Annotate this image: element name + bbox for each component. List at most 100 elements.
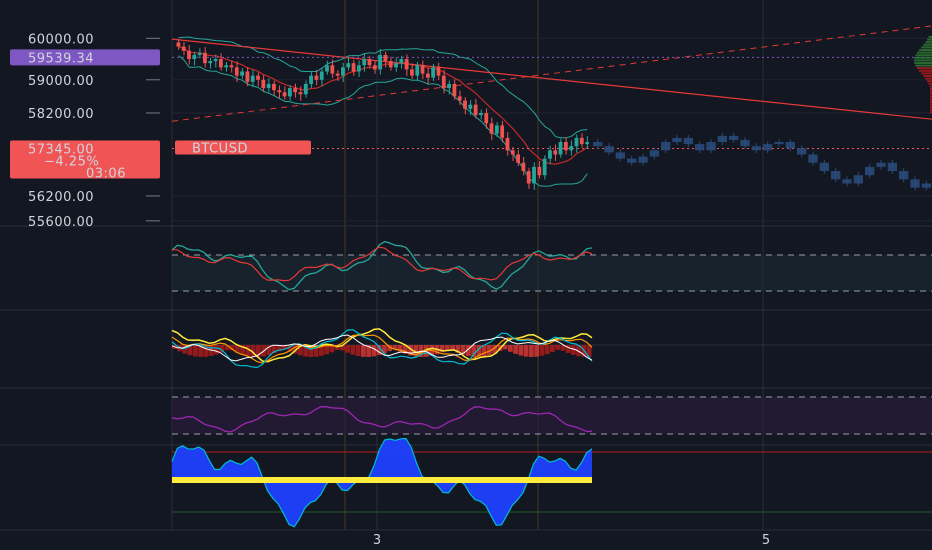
candle-body bbox=[335, 73, 340, 76]
candle-body bbox=[569, 146, 574, 151]
forecast-candle bbox=[717, 135, 727, 143]
y-tick-label: 56200.00 bbox=[28, 190, 94, 205]
symbol-label: BTCUSD bbox=[192, 141, 248, 156]
y-tick-label: 55600.00 bbox=[28, 215, 94, 230]
volume-profile-bar bbox=[914, 56, 932, 59]
candle-body bbox=[208, 61, 213, 64]
candle-body bbox=[213, 59, 218, 62]
candle-body bbox=[203, 52, 207, 64]
candle-body bbox=[521, 162, 526, 172]
chart-svg[interactable]: 60000.00 59000.00 58200.00 56200.00 55600.00… bbox=[0, 0, 932, 550]
candle-body bbox=[494, 125, 499, 134]
candle-body bbox=[287, 88, 292, 97]
volume-profile-bar bbox=[925, 41, 932, 44]
countdown-label: 03:06 bbox=[86, 166, 126, 181]
candle-body bbox=[314, 75, 319, 80]
candle-body bbox=[516, 154, 520, 163]
forecast-candle bbox=[649, 150, 659, 157]
candle-body bbox=[229, 65, 234, 68]
candle-body bbox=[537, 166, 542, 176]
candle-body bbox=[330, 65, 335, 74]
candle-body bbox=[367, 59, 372, 66]
candle-body bbox=[218, 59, 223, 68]
forecast-candle bbox=[819, 162, 829, 172]
volume-profile-bar bbox=[927, 80, 932, 83]
candle-body bbox=[526, 171, 531, 184]
candle-body bbox=[457, 96, 462, 101]
candle-body bbox=[378, 54, 382, 70]
candle-body bbox=[585, 142, 589, 145]
volume-profile-bar bbox=[914, 59, 932, 62]
forecast-candle bbox=[638, 156, 648, 163]
pane2-histogram-bar bbox=[523, 345, 529, 357]
volume-profile-bar bbox=[928, 36, 932, 38]
forecast-candle bbox=[853, 175, 863, 184]
volume-profile-bar bbox=[921, 72, 932, 75]
candle-body bbox=[394, 63, 398, 68]
candle-body bbox=[197, 52, 202, 55]
candle-body bbox=[542, 158, 547, 176]
candle-body bbox=[325, 65, 329, 72]
candle-body bbox=[399, 59, 404, 64]
forecast-candle bbox=[921, 183, 931, 188]
pane2-histogram-bar bbox=[534, 345, 539, 357]
pane4-baseline-band bbox=[172, 477, 592, 483]
forecast-candle bbox=[615, 152, 625, 159]
volume-profile-bar bbox=[921, 46, 932, 49]
forecast-candle bbox=[672, 137, 682, 143]
pane2-histogram-bar bbox=[539, 345, 545, 356]
pane2-histogram-bar bbox=[518, 345, 524, 356]
pane2-histogram-bar bbox=[350, 345, 356, 355]
candle-body bbox=[447, 83, 451, 89]
forecast-candle bbox=[899, 171, 909, 180]
forecast-candle bbox=[910, 179, 920, 188]
candle-body bbox=[362, 59, 367, 66]
forecast-candle bbox=[751, 146, 761, 151]
volume-profile-bar bbox=[919, 49, 932, 51]
candle-body bbox=[245, 71, 250, 82]
pane2-histogram-bar bbox=[513, 345, 518, 354]
volume-profile-bar bbox=[928, 82, 932, 85]
forecast-candle bbox=[604, 146, 614, 153]
pane2-histogram-bar bbox=[193, 345, 198, 357]
candle-body bbox=[383, 54, 388, 62]
candle-body bbox=[410, 69, 414, 76]
candle-body bbox=[415, 65, 420, 76]
candle-body bbox=[388, 61, 393, 68]
pane2-histogram-bar bbox=[345, 345, 350, 353]
forecast-candle bbox=[808, 154, 818, 163]
pane2-histogram-bar bbox=[214, 345, 219, 355]
candle-body bbox=[479, 112, 483, 116]
volume-profile-bar bbox=[927, 38, 932, 41]
forecast-candle bbox=[695, 144, 705, 151]
forecast-candle bbox=[865, 166, 875, 176]
forecast-candle bbox=[887, 162, 897, 172]
chart-root[interactable]: 60000.00 59000.00 58200.00 56200.00 55600.00… bbox=[0, 0, 932, 550]
candle-body bbox=[431, 67, 436, 78]
candle-body bbox=[282, 92, 287, 97]
y-tick-label: 59000.00 bbox=[28, 74, 94, 89]
candle-body bbox=[558, 142, 563, 155]
candle-body bbox=[224, 65, 229, 68]
candle-body bbox=[256, 75, 260, 80]
volume-profile-bar bbox=[914, 62, 932, 64]
pane2-histogram-bar bbox=[324, 345, 329, 355]
pane2-histogram-bar bbox=[355, 345, 361, 357]
candle-body bbox=[176, 42, 181, 47]
candle-body bbox=[484, 112, 489, 124]
reference-price-label: 59539.34 bbox=[28, 51, 94, 66]
candle-body bbox=[187, 50, 191, 60]
pane2-histogram-bar bbox=[445, 345, 450, 350]
candle-body bbox=[436, 67, 441, 76]
volume-profile-bar bbox=[917, 51, 932, 54]
overlay-layer bbox=[171, 25, 932, 187]
forecast-candle bbox=[661, 142, 671, 151]
y-tick-label: 58200.00 bbox=[28, 107, 94, 122]
candle-body bbox=[234, 67, 239, 76]
candle-body bbox=[420, 65, 425, 74]
y-tick-label: 60000.00 bbox=[28, 32, 94, 47]
candle-body bbox=[277, 90, 282, 93]
pane1-zone bbox=[172, 255, 932, 291]
candle-body bbox=[500, 125, 505, 138]
pane2-histogram-bar bbox=[371, 345, 377, 357]
